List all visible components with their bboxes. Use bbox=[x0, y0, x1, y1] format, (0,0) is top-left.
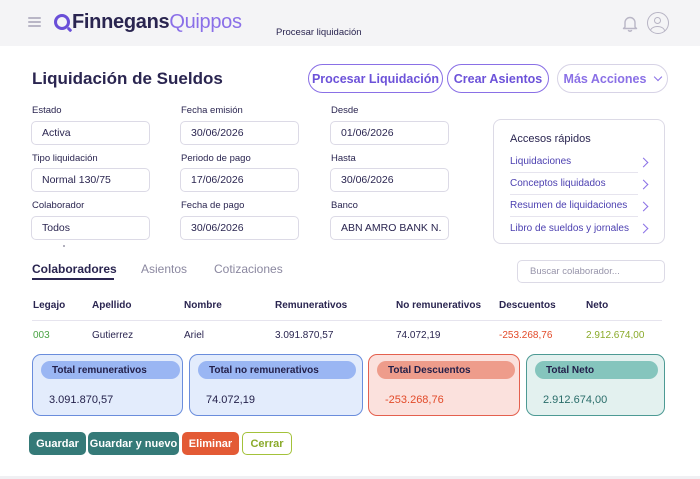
column-header-remunerativos[interactable]: Remunerativos bbox=[275, 300, 347, 311]
cell-neto: 2.912.674,00 bbox=[586, 330, 645, 341]
quick-link-libro-sueldos[interactable]: Libro de sueldos y jornales bbox=[510, 217, 638, 239]
total-neto-label: Total Neto bbox=[535, 361, 658, 379]
total-descuentos-label: Total Descuentos bbox=[377, 361, 515, 379]
save-button[interactable]: Guardar bbox=[29, 432, 86, 455]
cell-descuentos: -253.268,76 bbox=[499, 330, 553, 341]
logo[interactable]: FinnegansQuippos bbox=[72, 11, 242, 34]
cell-apellido: Gutierrez bbox=[92, 330, 134, 341]
divider-dot bbox=[63, 245, 65, 247]
bell-icon[interactable] bbox=[622, 15, 638, 32]
more-actions-label: Más Acciones bbox=[563, 71, 647, 86]
tab-colaboradores[interactable]: Colaboradores bbox=[32, 262, 117, 276]
total-no-remunerativos-label: Total no remunerativos bbox=[198, 361, 356, 379]
logo-primary: Finnegans bbox=[72, 11, 170, 33]
create-entries-button[interactable]: Crear Asientos bbox=[447, 64, 549, 93]
chevron-right-icon bbox=[638, 223, 649, 234]
cell-legajo: 003 bbox=[33, 330, 50, 341]
column-header-legajo[interactable]: Legajo bbox=[33, 300, 65, 311]
total-descuentos-value: -253.268,76 bbox=[385, 394, 444, 406]
chevron-right-icon bbox=[638, 179, 649, 190]
banco-field[interactable]: ABN AMRO BANK N. bbox=[330, 216, 449, 240]
periodo-pago-field[interactable]: 17/06/2026 bbox=[180, 168, 299, 192]
hasta-label: Hasta bbox=[331, 153, 356, 164]
page-title: Liquidación de Sueldos bbox=[32, 69, 223, 88]
estado-label: Estado bbox=[32, 105, 62, 116]
total-remunerativos-card: Total remunerativos 3.091.870,57 bbox=[32, 354, 183, 416]
tab-asientos[interactable]: Asientos bbox=[141, 262, 187, 276]
more-actions-button[interactable]: Más Acciones bbox=[557, 64, 668, 93]
fecha-emision-label: Fecha emisión bbox=[181, 105, 243, 116]
total-no-remunerativos-card: Total no remunerativos 74.072,19 bbox=[189, 354, 363, 416]
cell-no-remunerativos: 74.072,19 bbox=[396, 330, 441, 341]
save-and-new-button[interactable]: Guardar y nuevo bbox=[88, 432, 179, 455]
table-header-divider bbox=[32, 320, 662, 321]
total-neto-card: Total Neto 2.912.674,00 bbox=[526, 354, 665, 416]
cell-nombre: Ariel bbox=[184, 330, 205, 341]
quick-link-liquidaciones[interactable]: Liquidaciones bbox=[510, 151, 638, 173]
colaborador-label: Colaborador bbox=[32, 200, 85, 211]
colaborador-field[interactable]: Todos bbox=[31, 216, 150, 240]
fecha-pago-label: Fecha de pago bbox=[181, 200, 245, 211]
chevron-down-icon bbox=[654, 72, 663, 81]
total-remunerativos-value: 3.091.870,57 bbox=[49, 394, 114, 406]
quick-link-resumen[interactable]: Resumen de liquidaciones bbox=[510, 195, 638, 217]
total-descuentos-card: Total Descuentos -253.268,76 bbox=[368, 354, 520, 416]
periodo-pago-label: Periodo de pago bbox=[181, 153, 251, 164]
desde-label: Desde bbox=[331, 105, 359, 116]
chevron-right-icon bbox=[638, 201, 649, 212]
quick-access-panel: Accesos rápidos Liquidaciones Conceptos … bbox=[493, 119, 665, 244]
chevron-right-icon bbox=[638, 157, 649, 168]
tipo-liquidacion-field[interactable]: Normal 130/75 bbox=[31, 168, 150, 192]
top-bar: FinnegansQuippos Procesar liquidación bbox=[0, 0, 700, 46]
banco-label: Banco bbox=[331, 200, 358, 211]
column-header-no-remunerativos[interactable]: No remunerativos bbox=[396, 300, 481, 311]
column-header-descuentos[interactable]: Descuentos bbox=[499, 300, 556, 311]
tab-cotizaciones[interactable]: Cotizaciones bbox=[214, 262, 283, 276]
close-button[interactable]: Cerrar bbox=[242, 432, 292, 455]
cell-remunerativos: 3.091.870,57 bbox=[275, 330, 334, 341]
quick-link-conceptos[interactable]: Conceptos liquidados bbox=[510, 173, 638, 195]
total-neto-value: 2.912.674,00 bbox=[543, 394, 608, 406]
hasta-field[interactable]: 30/06/2026 bbox=[330, 168, 449, 192]
desde-field[interactable]: 01/06/2026 bbox=[330, 121, 449, 145]
page-context: Procesar liquidación bbox=[276, 27, 362, 38]
total-remunerativos-label: Total remunerativos bbox=[41, 361, 180, 379]
active-tab-indicator bbox=[32, 278, 114, 280]
logo-icon bbox=[54, 14, 70, 30]
hamburger-menu-icon[interactable] bbox=[28, 17, 41, 27]
logo-secondary: Quippos bbox=[169, 11, 242, 33]
column-header-nombre[interactable]: Nombre bbox=[184, 300, 222, 311]
tipo-liquidacion-label: Tipo liquidación bbox=[32, 153, 98, 164]
fecha-emision-field[interactable]: 30/06/2026 bbox=[180, 121, 299, 145]
delete-button[interactable]: Eliminar bbox=[182, 432, 239, 455]
fecha-pago-field[interactable]: 30/06/2026 bbox=[180, 216, 299, 240]
estado-field[interactable]: Activa bbox=[31, 121, 150, 145]
column-header-apellido[interactable]: Apellido bbox=[92, 300, 131, 311]
quick-access-title: Accesos rápidos bbox=[510, 133, 591, 145]
total-no-remunerativos-value: 74.072,19 bbox=[206, 394, 255, 406]
process-liquidation-button[interactable]: Procesar Liquidación bbox=[308, 64, 443, 93]
user-avatar-icon[interactable] bbox=[647, 12, 669, 34]
column-header-neto[interactable]: Neto bbox=[586, 300, 608, 311]
search-collaborator-input[interactable] bbox=[517, 260, 665, 283]
